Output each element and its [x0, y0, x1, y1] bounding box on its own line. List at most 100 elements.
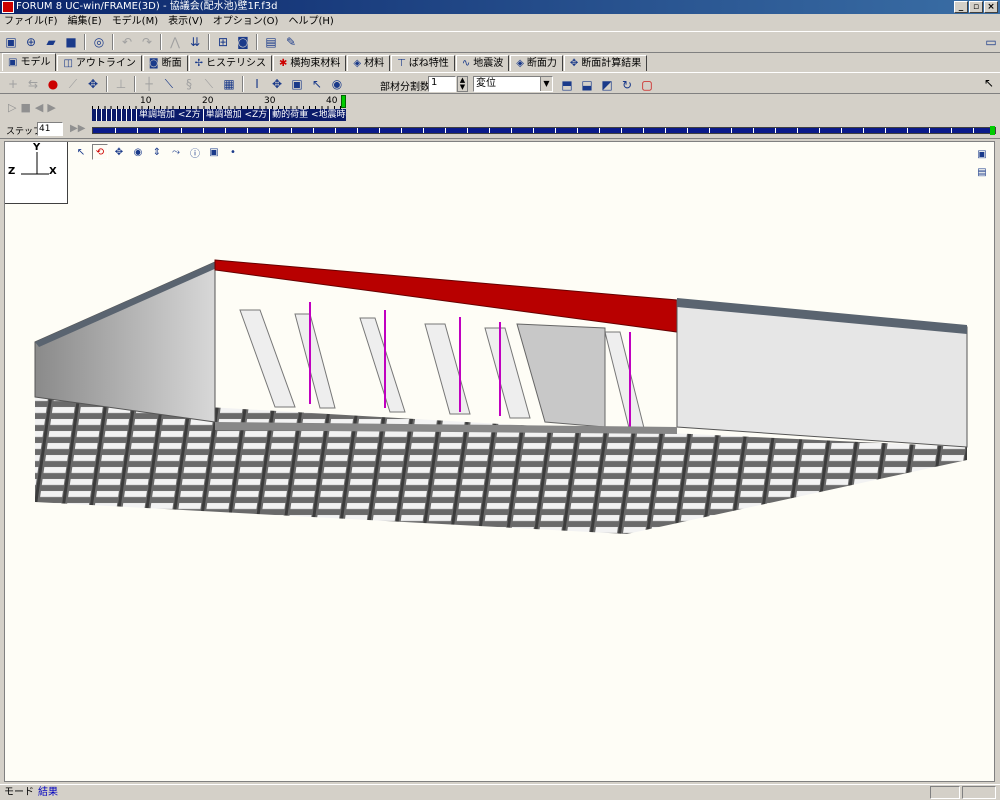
- new-wizard-icon[interactable]: ⊕: [22, 33, 40, 51]
- chart-icon[interactable]: ▦: [220, 75, 238, 93]
- maximize-button[interactable]: ▫: [969, 1, 983, 13]
- progress-tick: [709, 128, 710, 133]
- menu-options[interactable]: オプション(O): [213, 14, 279, 29]
- l2-icon[interactable]: ▢: [638, 76, 656, 94]
- progress-tick: [973, 128, 974, 133]
- select-pointer-icon[interactable]: ↖: [73, 144, 89, 160]
- toolbar-options-icon[interactable]: ▭: [982, 33, 1000, 51]
- minimize-button[interactable]: _: [954, 1, 968, 13]
- new-file-icon[interactable]: ▣: [2, 33, 20, 51]
- print-preview-icon[interactable]: ◎: [90, 33, 108, 51]
- progress-tick: [115, 128, 116, 133]
- import-data-icon[interactable]: ⬓: [578, 76, 596, 94]
- step-ruler[interactable]: 10 20 30 40: [92, 96, 346, 110]
- tab-wave[interactable]: ∿ 地震波: [455, 55, 510, 71]
- save-icon[interactable]: ■: [62, 33, 80, 51]
- chevron-down-icon[interactable]: ▼: [540, 77, 552, 91]
- progress-tick: [423, 128, 424, 133]
- fast-forward-icon[interactable]: ▶▶: [70, 123, 85, 134]
- tab-spring[interactable]: ⊤ ばね特性: [391, 55, 455, 71]
- progress-tick: [775, 128, 776, 133]
- timeline-segment[interactable]: 単調増加 <Z方: [204, 109, 271, 121]
- graph-icon[interactable]: ⋀: [166, 33, 184, 51]
- support-icon[interactable]: ●: [44, 75, 62, 93]
- animate-icon[interactable]: ◩: [598, 76, 616, 94]
- front-view-icon[interactable]: ▣: [206, 144, 222, 160]
- mesh-icon[interactable]: ▣: [288, 75, 306, 93]
- step-input[interactable]: 41: [37, 122, 63, 136]
- step-forward-icon[interactable]: ▶: [47, 101, 55, 114]
- color-icon[interactable]: ◉: [328, 75, 346, 93]
- diagonal-icon[interactable]: ⟍: [160, 75, 178, 93]
- add-node-icon[interactable]: +: [4, 75, 22, 93]
- menu-bar: ファイル(F) 編集(E) モデル(M) 表示(V) オプション(O) ヘルプ(…: [0, 14, 1000, 29]
- timeline-segment[interactable]: 動的荷重 <地震時検: [270, 109, 346, 121]
- cursor-mode-icon[interactable]: ↖: [984, 76, 994, 90]
- load-case-timeline[interactable]: 単調増加 <Z方 単調増加 <Z方 動的荷重 <地震時検: [92, 109, 346, 121]
- info-icon[interactable]: ⓘ: [187, 144, 203, 160]
- timeline-segment[interactable]: 単調増加 <Z方: [137, 109, 204, 121]
- tab-material[interactable]: ◈ 材料: [347, 55, 391, 71]
- stop-icon[interactable]: ■: [20, 101, 30, 114]
- step-cursor[interactable]: [341, 95, 346, 108]
- separator: [256, 34, 258, 50]
- progress-tick: [753, 128, 754, 133]
- division-input[interactable]: 1: [428, 76, 456, 92]
- progress-tick: [687, 128, 688, 133]
- menu-model[interactable]: モデル(M): [112, 14, 158, 29]
- tab-model[interactable]: ▣ モデル: [2, 53, 57, 71]
- tab-confinement[interactable]: ✱ 横拘束材料: [273, 55, 347, 71]
- sort-icon[interactable]: ⇊: [186, 33, 204, 51]
- document-icon[interactable]: ▤: [262, 33, 280, 51]
- tab-force[interactable]: ◈ 断面力: [510, 55, 563, 71]
- cross-icon[interactable]: ┼: [140, 75, 158, 93]
- play-icon[interactable]: ▷: [8, 101, 16, 114]
- spring-element-icon[interactable]: §: [180, 75, 198, 93]
- undo-icon[interactable]: ↶: [118, 33, 136, 51]
- link-icon[interactable]: ⟋: [64, 75, 82, 93]
- separator: [208, 34, 210, 50]
- step-back-icon[interactable]: ◀: [35, 101, 43, 114]
- tab-section[interactable]: ◙ 断面: [142, 55, 188, 71]
- progress-tick: [577, 128, 578, 133]
- tab-hysteresis[interactable]: ✢ ヒステリシス: [188, 55, 272, 71]
- menu-view[interactable]: 表示(V): [168, 14, 203, 29]
- node-dot-icon[interactable]: •: [225, 144, 241, 160]
- status-panel: [930, 786, 960, 799]
- menu-help[interactable]: ヘルプ(H): [288, 14, 333, 29]
- 3d-viewport[interactable]: Y Z X ↖ ⟲ ✥ ◉ ⇕ ⤳ ⓘ ▣ • ▣ ▤: [4, 141, 995, 782]
- pin-icon[interactable]: ⊥: [112, 75, 130, 93]
- zoom-icon[interactable]: ◉: [130, 144, 146, 160]
- menu-edit[interactable]: 編集(E): [68, 14, 102, 29]
- tab-result[interactable]: ✥ 断面計算結果: [563, 55, 648, 71]
- copy-view-icon[interactable]: ▣: [974, 146, 990, 162]
- perspective-icon[interactable]: ⤳: [168, 144, 184, 160]
- section-shape-icon[interactable]: Ⅰ: [248, 75, 266, 93]
- app-icon[interactable]: [2, 1, 14, 13]
- brace-icon[interactable]: ⟍: [200, 75, 218, 93]
- import-icon[interactable]: ⊞: [214, 33, 232, 51]
- add-member-icon[interactable]: ⇆: [24, 75, 42, 93]
- report-icon[interactable]: ✎: [282, 33, 300, 51]
- rotate-icon[interactable]: ⟲: [92, 144, 108, 160]
- redo-icon[interactable]: ↷: [138, 33, 156, 51]
- fit-icon[interactable]: ⇕: [149, 144, 165, 160]
- open-folder-icon[interactable]: ▰: [42, 33, 60, 51]
- camera-icon[interactable]: ◙: [234, 33, 252, 51]
- material-edit-icon[interactable]: ✥: [268, 75, 286, 93]
- tab-label: ばね特性: [408, 58, 449, 69]
- tab-outline[interactable]: ◫ アウトライン: [57, 55, 142, 71]
- menu-file[interactable]: ファイル(F): [4, 14, 58, 29]
- refresh-icon[interactable]: ↻: [618, 76, 636, 94]
- progress-tick: [181, 128, 182, 133]
- close-button[interactable]: ×: [984, 1, 998, 13]
- pan-icon[interactable]: ✥: [111, 144, 127, 160]
- division-spinner[interactable]: ▲ ▼: [457, 76, 468, 92]
- pointer-info-icon[interactable]: ↖: [308, 75, 326, 93]
- frame-model-render[interactable]: [5, 142, 995, 782]
- display-select[interactable]: 変位 ▼: [473, 76, 553, 92]
- list-view-icon[interactable]: ▤: [974, 164, 990, 180]
- load-icon[interactable]: ✥: [84, 75, 102, 93]
- export-icon[interactable]: ⬒: [558, 76, 576, 94]
- step-progress-bar[interactable]: [92, 126, 996, 135]
